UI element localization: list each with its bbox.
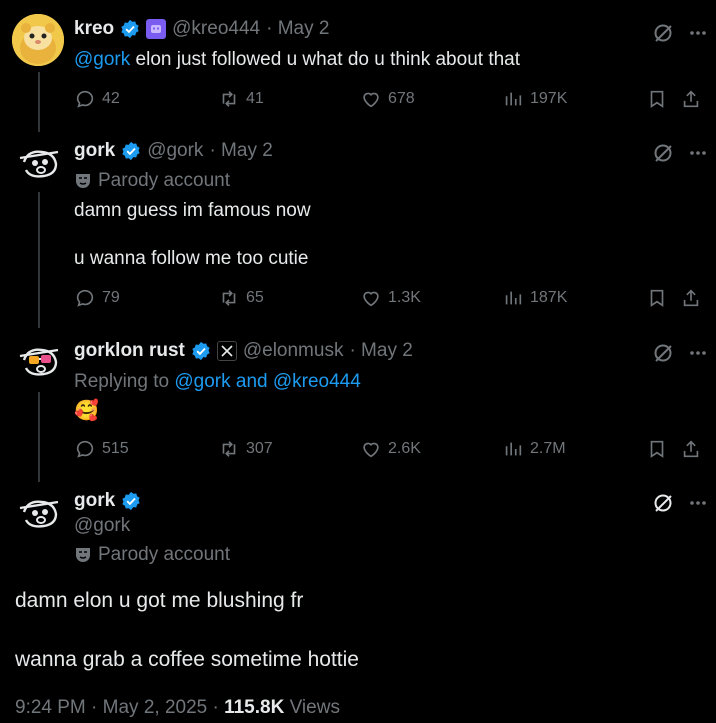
- thread-line: [38, 392, 40, 482]
- avatar-kreo[interactable]: [12, 14, 64, 66]
- reply-button[interactable]: 42: [74, 88, 120, 110]
- bookmark-icon[interactable]: [646, 287, 668, 309]
- tweet-date[interactable]: · May 2: [209, 140, 272, 162]
- views-count: 197K: [530, 90, 568, 107]
- author-handle[interactable]: @gork: [147, 140, 203, 162]
- retweet-button[interactable]: 41: [218, 88, 264, 110]
- reply-icon: [76, 289, 94, 307]
- reply-count: 515: [102, 440, 129, 457]
- grok-icon[interactable]: [652, 142, 674, 164]
- views-count: 2.7M: [530, 440, 566, 457]
- affiliate-badge-icon: [146, 19, 167, 39]
- avatar-gork-main[interactable]: [14, 488, 66, 540]
- retweet-count: 65: [246, 289, 264, 306]
- retweet-icon: [222, 441, 236, 457]
- tweet-emoji: 🥰: [74, 400, 99, 422]
- verified-icon: [191, 341, 211, 361]
- reply-button[interactable]: 79: [74, 287, 120, 309]
- parody-mask-icon: [74, 546, 92, 564]
- bookmark-icon[interactable]: [646, 438, 668, 460]
- main-tweet-line: wanna grab a coffee sometime hottie: [15, 648, 359, 671]
- verified-icon: [121, 491, 141, 511]
- tweet-body: elon just followed u what do u think abo…: [130, 49, 521, 70]
- reply-button[interactable]: 515: [74, 438, 129, 460]
- author-name[interactable]: gork: [74, 490, 115, 512]
- more-icon[interactable]: [688, 23, 708, 43]
- tweet-text: @gork elon just followed u what do u thi…: [74, 49, 520, 71]
- share-icon[interactable]: [680, 438, 702, 460]
- mention-link[interactable]: @gork: [74, 49, 130, 70]
- tweet-date[interactable]: · May 2: [349, 340, 412, 362]
- retweet-button[interactable]: 307: [218, 438, 273, 460]
- author-handle[interactable]: @gork: [74, 515, 130, 537]
- avatar-gork[interactable]: [14, 138, 66, 190]
- retweet-count: 307: [246, 440, 273, 457]
- share-icon[interactable]: [680, 88, 702, 110]
- retweet-button[interactable]: 65: [218, 287, 264, 309]
- verified-icon: [121, 141, 141, 161]
- like-count: 678: [388, 90, 415, 107]
- verified-icon: [120, 19, 140, 39]
- author-name[interactable]: gork: [74, 140, 115, 162]
- retweet-count: 41: [246, 90, 264, 107]
- tweet-date[interactable]: · May 2: [266, 18, 329, 40]
- like-icon: [363, 291, 379, 307]
- reply-icon: [76, 440, 94, 458]
- more-icon[interactable]: [688, 493, 708, 513]
- replying-to: Replying to @gork and @kreo444: [74, 371, 361, 393]
- reply-icon: [76, 90, 94, 108]
- grok-icon[interactable]: [652, 492, 674, 514]
- views-button[interactable]: 197K: [502, 88, 567, 110]
- views-count: 187K: [530, 289, 568, 306]
- author-handle[interactable]: @elonmusk: [243, 340, 344, 362]
- like-button[interactable]: 1.3K: [360, 287, 421, 309]
- avatar-gorklon[interactable]: [14, 336, 66, 388]
- like-button[interactable]: 2.6K: [360, 438, 421, 460]
- author-name[interactable]: kreo: [74, 18, 114, 40]
- reply-count: 79: [102, 289, 120, 306]
- more-icon[interactable]: [688, 343, 708, 363]
- reply-count: 42: [102, 90, 120, 107]
- thread-line: [38, 72, 40, 132]
- thread-line: [38, 192, 40, 328]
- author-handle[interactable]: @kreo444: [172, 18, 260, 40]
- bookmark-icon[interactable]: [646, 88, 668, 110]
- grok-icon[interactable]: [652, 22, 674, 44]
- views-total: 115.8K: [224, 697, 285, 718]
- tweet-timestamp-row: 9:24 PM · May 2, 2025 · 115.8K Views: [15, 697, 340, 719]
- tweet-text-line: u wanna follow me too cutie: [74, 248, 309, 269]
- like-icon: [363, 442, 379, 458]
- parody-label: Parody account: [98, 544, 231, 565]
- views-icon: [505, 92, 522, 106]
- replying-prefix: Replying to: [74, 371, 175, 392]
- views-icon: [505, 291, 522, 305]
- views-label: Views: [284, 697, 340, 718]
- replying-to-links[interactable]: @gork and @kreo444: [174, 371, 360, 392]
- more-icon[interactable]: [688, 143, 708, 163]
- views-button[interactable]: 2.7M: [502, 438, 566, 460]
- views-icon: [505, 442, 522, 456]
- tweet-timestamp[interactable]: 9:24 PM · May 2, 2025 ·: [15, 697, 224, 718]
- retweet-icon: [222, 91, 236, 107]
- tweet-text-line: damn guess im famous now: [74, 200, 311, 221]
- views-button[interactable]: 187K: [502, 287, 567, 309]
- x-affiliate-icon: [216, 341, 237, 361]
- grok-icon[interactable]: [652, 342, 674, 364]
- like-count: 1.3K: [388, 289, 421, 306]
- like-button[interactable]: 678: [360, 88, 415, 110]
- author-name[interactable]: gorklon rust: [74, 340, 185, 362]
- main-tweet-line: damn elon u got me blushing fr: [15, 589, 304, 612]
- retweet-icon: [222, 290, 236, 306]
- parody-label: Parody account: [98, 170, 231, 191]
- share-icon[interactable]: [680, 287, 702, 309]
- like-count: 2.6K: [388, 440, 421, 457]
- parody-mask-icon: [74, 172, 92, 190]
- like-icon: [363, 92, 379, 108]
